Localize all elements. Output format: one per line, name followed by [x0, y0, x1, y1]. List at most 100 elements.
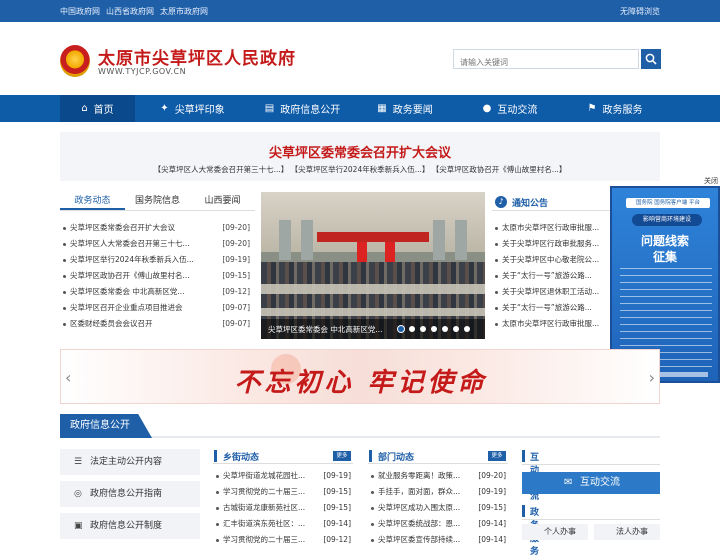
township-list: 尖草坪街道龙城花园社... [09-19] 学习贯彻党的二十届三... [09-15…	[215, 468, 351, 548]
headline-subnews[interactable]: 【尖草坪区人大常委会召开第三十七...】 【尖草坪区举行2024年秋季新兵入伍.…	[60, 164, 660, 175]
list-item[interactable]: 尖草坪区委常委会 中北高新区党... [09-12]	[62, 284, 250, 300]
carousel-dot[interactable]	[420, 326, 426, 332]
news-title: 尖草坪区举行2024年秋季新兵入伍...	[62, 252, 194, 268]
section-marker	[522, 505, 525, 517]
accessibility-link[interactable]: 无障碍浏览	[620, 6, 660, 17]
slogan-banner[interactable]: ‹ 不忘初心 牢记使命 ›	[60, 349, 660, 404]
dept-item-date: [09-19]	[478, 487, 506, 496]
list-item[interactable]: 尖草坪区举行2024年秋季新兵入伍... [09-19]	[62, 252, 250, 268]
interaction-button[interactable]: ✉ 互动交流	[522, 472, 660, 494]
nav-news[interactable]: ▦ 政务要闻	[355, 95, 455, 122]
news-list: 尖草坪区委常委会召开扩大会议 [09-20] 尖草坪区人大常委会召开第三十七...…	[62, 220, 250, 332]
search-button[interactable]	[641, 49, 661, 69]
township-item-title: 汇丰街道滨东苑社区：...	[215, 516, 305, 532]
nav-services[interactable]: ⚑ 政务服务	[565, 95, 665, 122]
photo-table-row	[261, 308, 485, 316]
divider	[522, 464, 660, 465]
legal-service-button[interactable]: 法人办事	[594, 524, 660, 540]
search-input[interactable]	[454, 53, 638, 72]
list-item[interactable]: 关于“太行一号”旅游公路...	[494, 268, 606, 284]
tab-shanxi-news[interactable]: 山西要闻	[190, 193, 255, 210]
carousel-dot[interactable]	[442, 326, 448, 332]
carousel-dot[interactable]	[453, 326, 459, 332]
nav-home[interactable]: ⌂ 首页	[60, 95, 135, 122]
list-item[interactable]: 汇丰街道滨东苑社区：... [09-14]	[215, 516, 351, 532]
list-item[interactable]: 尖草坪区政协召开《傅山故里村名... [09-15]	[62, 268, 250, 284]
site-header: 太原市尖草坪区人民政府 WWW.TYJCP.GOV.CN	[0, 22, 720, 95]
site-title[interactable]: 太原市尖草坪区人民政府	[98, 44, 296, 69]
township-item-title: 学习贯彻党的二十届三...	[215, 484, 305, 500]
info-open-item[interactable]: ☰ 法定主动公开内容	[60, 449, 200, 475]
nav-impression[interactable]: ✦ 尖草坪印象	[135, 95, 250, 122]
nav-interaction[interactable]: ● 互动交流	[455, 95, 565, 122]
list-item[interactable]: 尖草坪区委统战部：恩... [09-14]	[370, 516, 506, 532]
dept-more-button[interactable]: 更多	[488, 451, 506, 461]
float-ad-close[interactable]: 关闭	[704, 176, 718, 186]
personal-service-button[interactable]: 个人办事	[522, 524, 588, 540]
top-bar: 中国政府网 山西省政府网 太原市政府网 无障碍浏览	[0, 0, 720, 22]
list-item[interactable]: 关于尖草坪区行政审批服务...	[494, 236, 606, 252]
township-header: 乡街动态 更多	[213, 448, 353, 464]
list-item[interactable]: 太原市尖草坪区行政审批服...	[494, 220, 606, 236]
info-open-title[interactable]: 政府信息公开	[60, 414, 152, 438]
float-ad-line1: 问题线索	[640, 234, 689, 248]
lightbulb-icon: ✦	[160, 103, 169, 114]
section-marker	[369, 450, 372, 462]
township-item-title: 尖草坪街道龙城花园社...	[215, 468, 305, 484]
dept-title[interactable]: 部门动态	[378, 450, 414, 463]
list-item[interactable]: 尖草坪街道龙城花园社... [09-19]	[215, 468, 351, 484]
info-open-item[interactable]: ◎ 政府信息公开指南	[60, 481, 200, 507]
info-open-item-label: 政府信息公开制度	[90, 521, 163, 531]
list-item[interactable]: 手挂手，面对面，群众... [09-19]	[370, 484, 506, 500]
notice-title[interactable]: 通知公告	[512, 196, 548, 209]
link-shanxi-gov[interactable]: 山西省政府网	[106, 6, 154, 17]
list-item[interactable]: 太原市尖草坪区行政审批服...	[494, 316, 606, 332]
photo-caption[interactable]: 尖草坪区委常委会 中北高新区党...	[268, 324, 383, 335]
list-item[interactable]: 关于尖草坪区中心敬老院公...	[494, 252, 606, 268]
carousel-dot[interactable]	[464, 326, 470, 332]
home-icon: ⌂	[81, 103, 88, 114]
list-item[interactable]: 尖草坪区成功入围太原... [09-15]	[370, 500, 506, 516]
search-icon	[645, 53, 657, 65]
nav-info-open[interactable]: ▤ 政府信息公开	[250, 95, 355, 122]
news-date: [09-19]	[222, 255, 250, 264]
list-item[interactable]: 古城街道龙康新苑社区... [09-15]	[215, 500, 351, 516]
link-gov-cn[interactable]: 中国政府网	[60, 6, 100, 17]
national-emblem-logo	[60, 45, 90, 77]
township-more-button[interactable]: 更多	[333, 451, 351, 461]
search-box	[453, 49, 639, 72]
dept-item-title: 尖草坪区委宣传部持续...	[370, 532, 460, 548]
carousel-dot[interactable]	[431, 326, 437, 332]
carousel-dot[interactable]	[409, 326, 415, 332]
link-taiyuan-gov[interactable]: 太原市政府网	[160, 6, 208, 17]
banner-next-arrow[interactable]: ›	[649, 368, 655, 387]
dept-item-title: 就业服务零距离！政策...	[370, 468, 460, 484]
interaction-button-label: 互动交流	[580, 477, 620, 488]
float-ad-line2: 征集	[652, 250, 677, 264]
tab-state-council[interactable]: 国务院信息	[125, 193, 190, 210]
list-item[interactable]: 区委财经委员会会议召开 [09-07]	[62, 316, 250, 332]
list-item[interactable]: 尖草坪区委常委会召开扩大会议 [09-20]	[62, 220, 250, 236]
tab-gov-dynamics[interactable]: 政务动态	[60, 193, 125, 210]
headline-band: 尖草坪区委常委会召开扩大会议 【尖草坪区人大常委会召开第三十七...】 【尖草坪…	[60, 132, 660, 181]
section-marker	[522, 450, 525, 462]
list-item[interactable]: 学习贯彻党的二十届三... [09-12]	[215, 532, 351, 548]
list-item[interactable]: 关于尖草坪区退休职工活动...	[494, 284, 606, 300]
dept-item-title: 尖草坪区成功入围太原...	[370, 500, 460, 516]
headline-title[interactable]: 尖草坪区委常委会召开扩大会议	[60, 142, 660, 161]
list-item[interactable]: 就业服务零距离！政策... [09-20]	[370, 468, 506, 484]
news-title: 尖草坪区人大常委会召开第三十七...	[62, 236, 190, 252]
list-item[interactable]: 学习贯彻党的二十届三... [09-15]	[215, 484, 351, 500]
list-item[interactable]: 尖草坪区委宣传部持续... [09-14]	[370, 532, 506, 548]
township-item-date: [09-19]	[323, 471, 351, 480]
list-icon: ☰	[74, 457, 83, 467]
list-item[interactable]: 尖草坪区召开企业重点项目推进会 [09-07]	[62, 300, 250, 316]
info-open-item[interactable]: ▣ 政府信息公开制度	[60, 513, 200, 539]
carousel-dot[interactable]	[398, 326, 404, 332]
news-date: [09-15]	[222, 271, 250, 280]
photo-carousel[interactable]: 尖草坪区委常委会 中北高新区党...	[261, 192, 485, 339]
township-title[interactable]: 乡街动态	[223, 450, 259, 463]
dept-list: 就业服务零距离！政策... [09-20] 手挂手，面对面，群众... [09-19…	[370, 468, 506, 548]
list-item[interactable]: 关于“太行一号”旅游公路...	[494, 300, 606, 316]
list-item[interactable]: 尖草坪区人大常委会召开第三十七... [09-20]	[62, 236, 250, 252]
